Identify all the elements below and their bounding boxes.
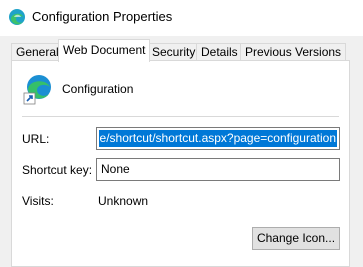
shortcut-key-input[interactable]: None — [96, 158, 340, 181]
shortcut-name: Configuration — [62, 82, 134, 96]
visits-value: Unknown — [98, 194, 149, 208]
title-bar: Configuration Properties — [0, 0, 363, 36]
window-title: Configuration Properties — [32, 9, 173, 24]
visits-label: Visits: — [22, 194, 54, 208]
shortcut-key-label: Shortcut key: — [22, 163, 93, 177]
tab-details[interactable]: Details — [196, 43, 243, 61]
divider — [22, 116, 339, 117]
web-document-panel: Configuration URL: e/shortcut/shortcut.a… — [11, 60, 350, 267]
edge-icon — [9, 9, 25, 25]
shortcut-key-value: None — [101, 162, 130, 176]
tab-general[interactable]: General — [11, 43, 64, 61]
tab-security[interactable]: Security — [147, 43, 201, 61]
tab-web-document[interactable]: Web Document — [58, 39, 151, 62]
change-icon-button[interactable]: Change Icon... — [252, 227, 340, 250]
url-value[interactable]: e/shortcut/shortcut.aspx?page=configurat… — [98, 130, 337, 147]
tab-previous-versions[interactable]: Previous Versions — [240, 43, 347, 61]
edge-shortcut-icon — [23, 75, 51, 105]
url-input[interactable]: e/shortcut/shortcut.aspx?page=configurat… — [96, 127, 340, 150]
url-label: URL: — [22, 132, 50, 146]
